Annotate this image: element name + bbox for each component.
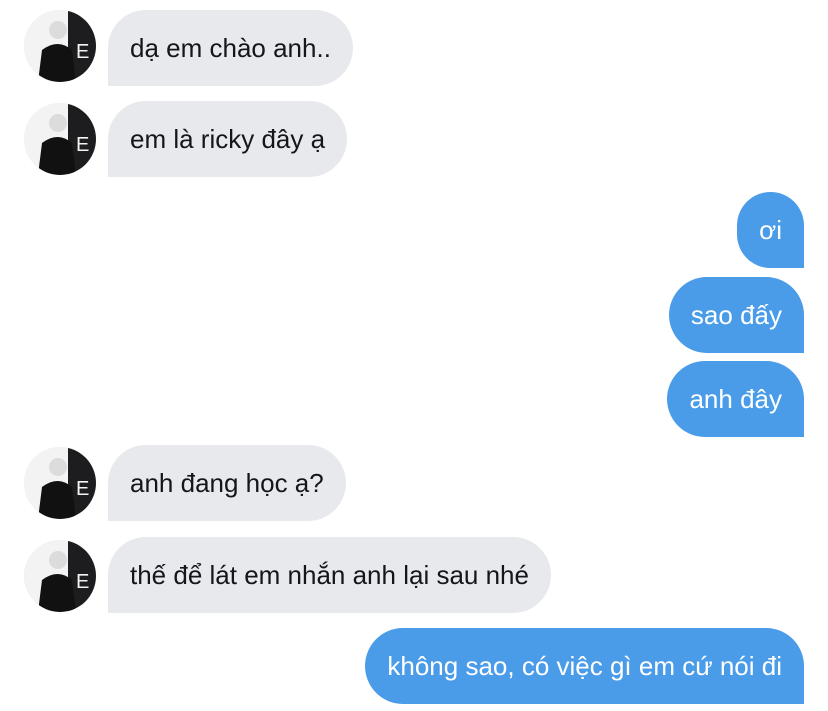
- profile-photo-icon: E: [24, 103, 96, 175]
- avatar[interactable]: E: [24, 10, 96, 82]
- profile-photo-icon: E: [24, 540, 96, 612]
- conversation-view: { "conversation": { "messages": [ {"dire…: [0, 0, 828, 711]
- message-bubble-outgoing[interactable]: ơi: [737, 192, 804, 268]
- svg-text:E: E: [76, 134, 89, 156]
- message-bubble-outgoing[interactable]: sao đấy: [668, 277, 804, 353]
- svg-text:E: E: [76, 41, 89, 63]
- message-bubble-incoming[interactable]: em là ricky đây ạ: [108, 101, 348, 177]
- avatar[interactable]: E: [24, 103, 96, 175]
- profile-photo-icon: E: [24, 447, 96, 519]
- svg-text:E: E: [76, 571, 89, 593]
- message-bubble-incoming[interactable]: thế để lát em nhắn anh lại sau nhé: [108, 537, 551, 613]
- avatar[interactable]: E: [24, 447, 96, 519]
- message-bubble-incoming[interactable]: anh đang học ạ?: [108, 445, 346, 521]
- svg-text:E: E: [76, 478, 89, 500]
- message-bubble-outgoing[interactable]: anh đây: [667, 361, 804, 437]
- message-bubble-outgoing[interactable]: không sao, có việc gì em cứ nói đi: [365, 628, 804, 704]
- avatar[interactable]: E: [24, 540, 96, 612]
- message-bubble-incoming[interactable]: dạ em chào anh..: [108, 10, 353, 86]
- profile-photo-icon: E: [24, 10, 96, 82]
